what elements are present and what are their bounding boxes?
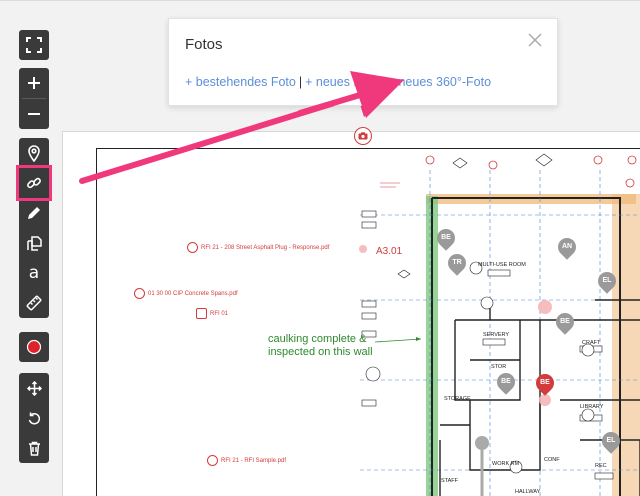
toolbar-group-zoom (19, 68, 49, 129)
room-label: STORAGE (444, 396, 471, 402)
photos-popup: Fotos + bestehendes Foto | + neues Foto | + … (168, 18, 558, 106)
annotation-link[interactable]: RFI 01 (210, 311, 228, 317)
toolbar-group-view (19, 30, 49, 60)
undo-button[interactable] (19, 403, 49, 433)
move-icon (26, 380, 42, 396)
move-button[interactable] (19, 373, 49, 403)
link-separator: | (381, 75, 385, 89)
toolbar-group-tools: a (16, 138, 52, 318)
plan-marker[interactable]: BE (552, 309, 578, 335)
wall-note-line: inspected on this wall (268, 346, 373, 358)
ruler-icon (26, 295, 42, 311)
camera-icon (358, 132, 368, 140)
paperclip-icon[interactable] (187, 242, 198, 253)
document-icon[interactable] (196, 308, 207, 319)
paperclip-icon[interactable] (207, 455, 218, 466)
room-label: CONF (544, 457, 560, 463)
trash-icon (28, 441, 40, 456)
sheet-reference[interactable]: A3.01 (376, 246, 402, 257)
room-label: WORK RM (492, 461, 520, 467)
close-icon (528, 33, 542, 47)
paperclip-icon[interactable] (134, 288, 145, 299)
record-icon (26, 339, 42, 355)
plan-marker[interactable]: TR (444, 250, 470, 276)
pen-button[interactable] (19, 198, 49, 228)
toolbar-group-edit (19, 373, 49, 463)
undo-icon (28, 412, 40, 424)
record-button[interactable] (19, 332, 49, 362)
new-360-photo-link[interactable]: + neues 360°-Foto (388, 75, 491, 89)
room-label: MULTI-USE ROOM (478, 262, 526, 268)
text-icon: a (28, 262, 40, 283)
pin-button[interactable] (19, 138, 49, 168)
copy-button[interactable] (19, 228, 49, 258)
plan-marker[interactable]: AN (554, 234, 580, 260)
link-separator: | (298, 75, 303, 89)
camera-marker[interactable] (354, 127, 372, 145)
toolbar-group-record (19, 332, 49, 362)
annotation-link[interactable]: RFI 21 - RFI Sample.pdf (221, 458, 286, 464)
room-label: STAFF (441, 478, 459, 484)
zoom-out-button[interactable] (19, 99, 49, 129)
room-label: LIBRARY (580, 404, 604, 410)
plus-icon (28, 77, 40, 89)
room-label: SERVERY (483, 332, 510, 338)
annotation-link[interactable]: RFI 21 - 208 Street Asphalt Plug - Respo… (201, 245, 329, 251)
link-icon (27, 177, 41, 189)
fullscreen-icon (26, 37, 42, 53)
fullscreen-button[interactable] (19, 30, 49, 60)
room-label: REC (595, 463, 607, 469)
annotation-link[interactable]: 01 30 00 CIP Concrete Spans.pdf (148, 291, 238, 297)
minus-icon (28, 113, 40, 115)
existing-photo-link[interactable]: + bestehendes Foto (185, 75, 296, 89)
text-button[interactable]: a (19, 258, 49, 288)
delete-button[interactable] (19, 433, 49, 463)
plan-marker[interactable]: EL (598, 428, 624, 454)
plan-marker[interactable]: EL (594, 268, 620, 294)
popup-actions: + bestehendes Foto | + neues Foto | + neues … (185, 75, 491, 89)
zoom-in-button[interactable] (19, 68, 49, 98)
room-label: STOR (491, 364, 507, 370)
room-label: HALLWAY (515, 489, 541, 495)
copy-icon (26, 235, 42, 251)
close-button[interactable] (527, 32, 543, 48)
wall-note-line: caulking complete & (268, 333, 367, 345)
wall-note[interactable]: caulking complete & inspected on this wa… (268, 333, 373, 359)
new-photo-link[interactable]: + neues Foto (305, 75, 378, 89)
pen-icon (28, 207, 40, 219)
top-divider (0, 0, 640, 1)
popup-title: Fotos (185, 36, 223, 53)
plan-marker[interactable]: BE (532, 370, 558, 396)
plan-marker[interactable]: BE (493, 369, 519, 395)
plan-marker[interactable]: BE (433, 225, 459, 251)
map-pin-icon (28, 144, 40, 162)
measure-button[interactable] (19, 288, 49, 318)
room-label: CRAFT (582, 340, 601, 346)
link-button[interactable] (16, 165, 52, 201)
